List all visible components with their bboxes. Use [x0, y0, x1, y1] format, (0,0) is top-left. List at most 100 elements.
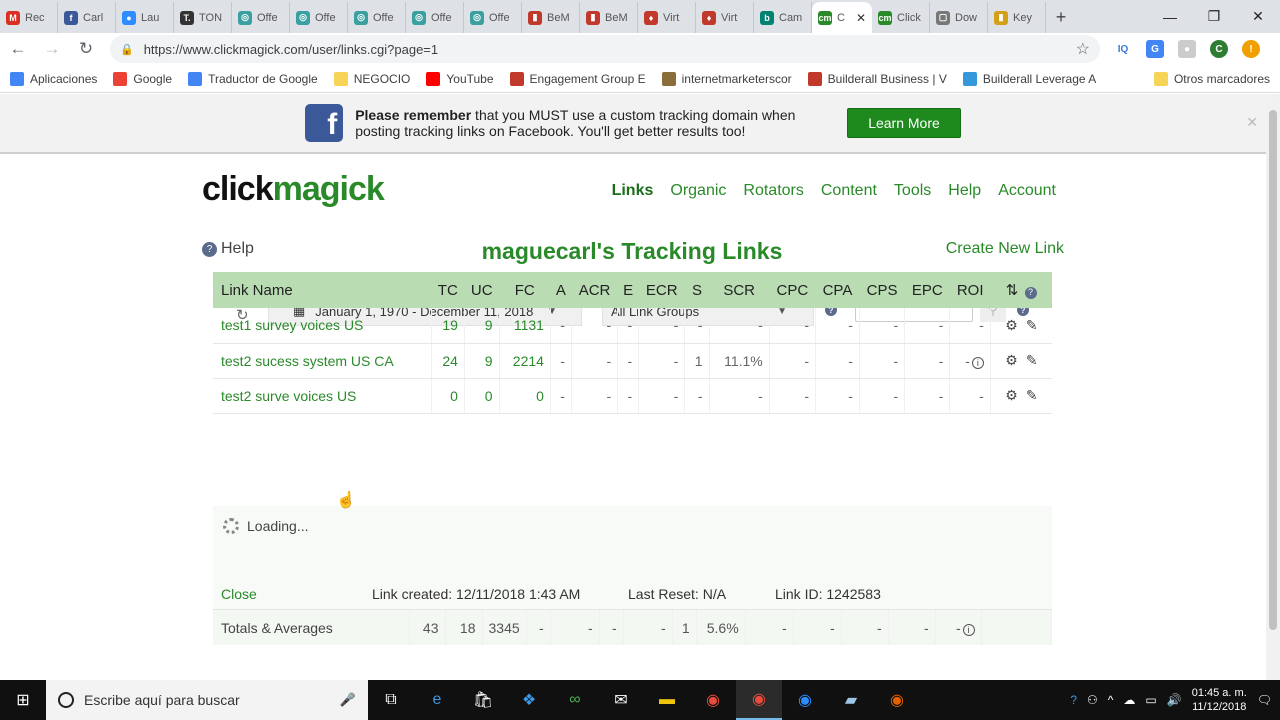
people-icon[interactable]: ⚇ — [1087, 693, 1098, 707]
close-icon[interactable]: ✕ — [1246, 114, 1258, 131]
microphone-icon[interactable]: 🎤 — [340, 692, 356, 708]
table-cell[interactable]: 2214 — [499, 343, 551, 379]
browser-tab[interactable]: cm Click — [872, 2, 930, 33]
edge-icon[interactable]: e — [414, 680, 460, 720]
column-header[interactable]: ROI — [949, 272, 991, 308]
dropbox-icon[interactable]: ❖ — [506, 680, 552, 720]
task-view-icon[interactable]: ⧉ — [368, 680, 414, 720]
table-cell[interactable]: 19 — [431, 308, 465, 344]
nav-links[interactable]: Links — [612, 182, 654, 200]
forward-icon[interactable]: → — [42, 39, 62, 59]
browser-tab[interactable]: ▮ BeM — [522, 2, 580, 33]
link-name[interactable]: test2 sucess system US CA — [213, 343, 432, 379]
browser-tab[interactable]: M Rec — [0, 2, 58, 33]
chevron-up-icon[interactable]: ^ — [1108, 693, 1114, 707]
table-cell[interactable]: 9 — [464, 343, 500, 379]
network-icon[interactable]: ☁ — [1123, 693, 1135, 707]
table-cell[interactable]: 0 — [499, 378, 551, 414]
column-header[interactable]: CPA — [815, 272, 860, 308]
scrollbar-thumb[interactable] — [1269, 110, 1277, 630]
link-name[interactable]: test2 surve voices US — [213, 378, 432, 414]
browser-tab[interactable]: T. TON — [174, 2, 232, 33]
column-header[interactable]: CPC — [769, 272, 816, 308]
column-header[interactable]: FC — [499, 272, 551, 308]
browser-tab[interactable]: ● Lau — [116, 2, 174, 33]
nav-content[interactable]: Content — [821, 182, 877, 200]
help-link[interactable]: ? Help — [202, 240, 254, 258]
reload-icon[interactable]: ↻ — [76, 39, 96, 59]
bookmark-star-icon[interactable]: ☆ — [1076, 39, 1090, 59]
bookmark-item[interactable]: Builderall Leverage A — [962, 71, 1096, 86]
browser-tab[interactable]: b Cam — [754, 2, 812, 33]
browser-tab[interactable]: ▮ Key — [988, 2, 1046, 33]
column-header[interactable]: S — [684, 272, 710, 308]
close-window-icon[interactable]: ✕ — [1236, 0, 1280, 33]
create-new-link-button[interactable]: Create New Link — [946, 240, 1064, 258]
column-header[interactable]: A — [550, 272, 572, 308]
browser-tab[interactable]: ◎ Offe — [464, 2, 522, 33]
menu-alert-icon[interactable]: ! — [1242, 40, 1260, 58]
nav-account[interactable]: Account — [998, 182, 1056, 200]
learn-more-button[interactable]: Learn More — [847, 108, 961, 138]
table-cell[interactable]: 24 — [431, 343, 465, 379]
bookmark-item[interactable]: Aplicaciones — [10, 71, 97, 86]
browser-tab[interactable]: ▮ BeM — [580, 2, 638, 33]
gear-icon[interactable]: ⚙ — [1005, 387, 1018, 403]
nav-tools[interactable]: Tools — [894, 182, 931, 200]
close-tab-icon[interactable]: ✕ — [856, 11, 866, 25]
profile-avatar[interactable]: C — [1210, 40, 1228, 58]
translate-extension-icon[interactable]: G — [1146, 40, 1164, 58]
bookmark-item[interactable]: Builderall Business | V — [807, 71, 947, 86]
zoom-app-icon[interactable]: ◉ — [782, 680, 828, 720]
pencil-icon[interactable]: ✎ — [1026, 352, 1038, 368]
browser-tab[interactable]: ◎ Offe — [290, 2, 348, 33]
nav-rotators[interactable]: Rotators — [743, 182, 803, 200]
browser-tab[interactable]: ▢ Dow — [930, 2, 988, 33]
column-header[interactable]: UC — [464, 272, 499, 308]
page-scrollbar[interactable] — [1266, 94, 1280, 680]
nav-help[interactable]: Help — [948, 182, 981, 200]
pencil-icon[interactable]: ✎ — [1026, 387, 1038, 403]
link-name[interactable]: test1 survey voices US — [213, 308, 432, 344]
store-icon[interactable]: 🛍 — [460, 680, 506, 720]
table-cell[interactable]: 0 — [431, 378, 465, 414]
info-icon[interactable]: i — [962, 623, 975, 636]
pencil-icon[interactable]: ✎ — [1026, 317, 1038, 333]
browser-tab[interactable]: ♦ Virt — [638, 2, 696, 33]
file-explorer-icon[interactable]: ▬ — [644, 680, 690, 720]
notifications-icon[interactable]: 🗨 — [1257, 693, 1272, 707]
battery-icon[interactable]: ▭ — [1145, 693, 1156, 707]
column-header[interactable]: ECR — [638, 272, 685, 308]
browser-tab[interactable]: f Carl — [58, 2, 116, 33]
clickmagick-logo[interactable]: clickmagick — [202, 170, 385, 209]
volume-icon[interactable]: 🔊 — [1167, 693, 1182, 707]
column-header[interactable]: SCR — [709, 272, 770, 308]
firefox-icon[interactable]: ◉ — [874, 680, 920, 720]
column-header[interactable]: CPS — [859, 272, 905, 308]
table-cell[interactable]: 0 — [464, 378, 500, 414]
browser-tab[interactable]: ◎ Offe — [406, 2, 464, 33]
bookmark-item[interactable]: Traductor de Google — [188, 71, 318, 86]
column-header[interactable]: E — [617, 272, 639, 308]
help-icon[interactable]: ? — [1024, 287, 1037, 299]
column-header[interactable]: TC — [431, 272, 465, 308]
other-bookmarks[interactable]: Otros marcadores — [1153, 71, 1270, 86]
browser-tab[interactable]: cm C ✕ — [812, 2, 872, 33]
bookmark-item[interactable]: YouTube — [426, 71, 494, 86]
column-header[interactable]: Link Name — [213, 272, 432, 308]
column-header[interactable]: EPC — [904, 272, 950, 308]
nav-organic[interactable]: Organic — [670, 182, 726, 200]
bookmark-item[interactable]: NEGOCIO — [333, 71, 410, 86]
maximize-icon[interactable]: ❐ — [1192, 0, 1236, 33]
url-field[interactable]: 🔒 https://www.clickmagick.com/user/links… — [110, 35, 1100, 63]
close-detail-button[interactable]: Close — [221, 586, 257, 602]
chrome-icon[interactable]: ◉ — [690, 680, 736, 720]
table-cell[interactable]: 9 — [464, 308, 500, 344]
info-icon[interactable]: i — [971, 356, 984, 369]
gear-icon[interactable]: ⚙ — [1005, 317, 1018, 333]
table-cell[interactable]: 1131 — [499, 308, 551, 344]
back-icon[interactable]: ← — [8, 39, 28, 59]
bookmark-item[interactable]: internetmarketerscor — [661, 71, 792, 86]
minimize-icon[interactable]: — — [1148, 0, 1192, 33]
iq-extension-icon[interactable]: IQ — [1114, 40, 1132, 58]
